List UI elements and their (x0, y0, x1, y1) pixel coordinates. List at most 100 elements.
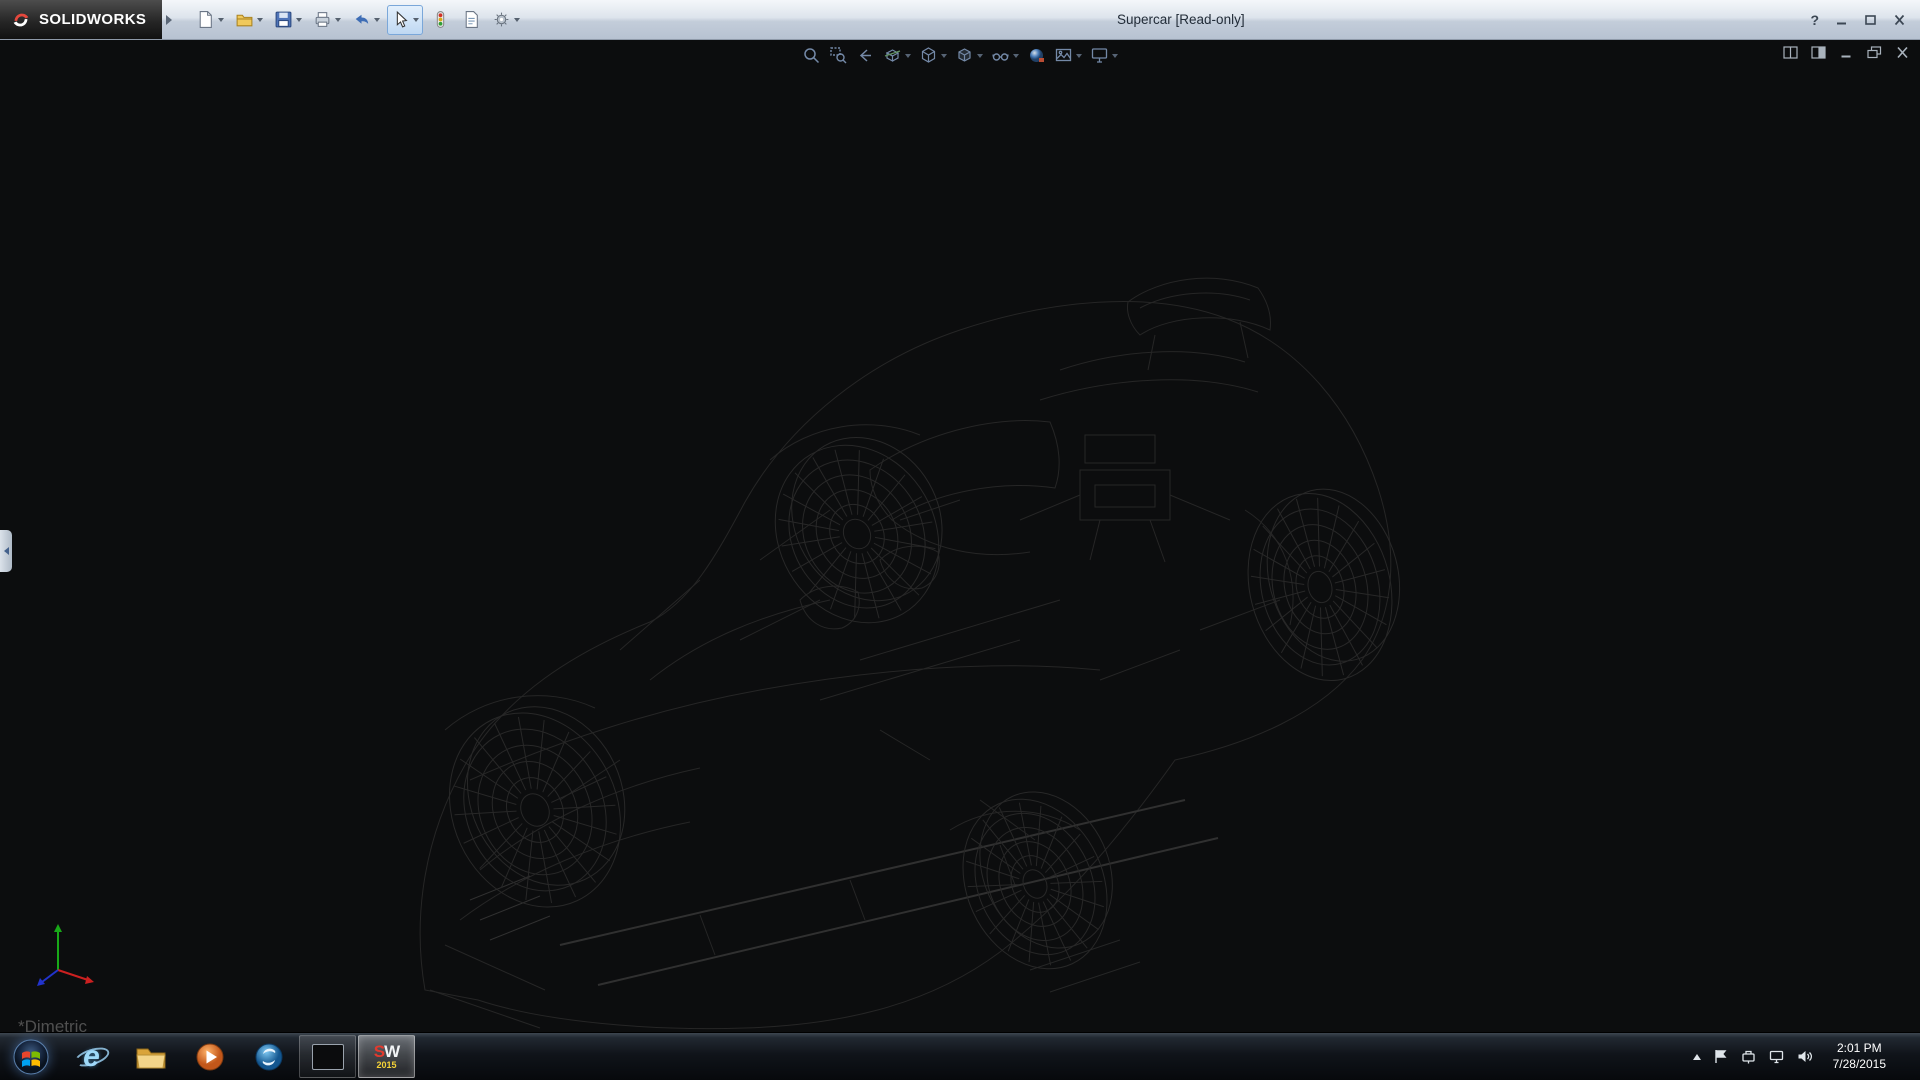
media-player-icon (194, 1041, 226, 1073)
save-button[interactable] (270, 5, 306, 35)
taskbar-item-command-window[interactable] (299, 1035, 356, 1078)
zoom-to-fit-button[interactable] (802, 46, 821, 65)
feature-manager-collapse-handle[interactable] (0, 530, 12, 572)
taskbar-apps: e (62, 1033, 416, 1080)
doc-minimize-button[interactable] (1839, 46, 1854, 64)
dropdown-arrow[interactable] (257, 18, 263, 22)
show-hidden-icons-button[interactable] (1693, 1054, 1701, 1060)
print-icon (313, 10, 332, 29)
dropdown-arrow[interactable] (905, 54, 911, 58)
open-folder-icon (235, 10, 254, 29)
rebuild-button[interactable] (426, 5, 454, 35)
folder-icon (134, 1042, 168, 1072)
undo-button[interactable] (348, 5, 384, 35)
speaker-icon (1796, 1048, 1813, 1065)
section-view-button[interactable] (883, 46, 911, 65)
view-orientation-cube-icon (919, 46, 938, 65)
close-icon (1893, 14, 1906, 26)
dropdown-arrow[interactable] (977, 54, 983, 58)
section-view-icon (883, 46, 902, 65)
dropdown-arrow[interactable] (218, 18, 224, 22)
apply-scene-button[interactable] (1054, 46, 1082, 65)
previous-view-icon (856, 46, 875, 65)
close-button[interactable] (1893, 14, 1906, 26)
maximize-icon (1864, 14, 1877, 26)
select-cursor-icon (391, 10, 410, 29)
main-toolbar (192, 5, 524, 35)
maximize-button[interactable] (1864, 14, 1877, 26)
brand-text: SOLIDWORKS (39, 11, 146, 28)
zoom-to-area-icon (829, 46, 848, 65)
options-button[interactable] (488, 5, 524, 35)
titlebar: SOLIDWORKS (0, 0, 1920, 40)
options-gear-icon (492, 10, 511, 29)
blue-circle-app-icon (253, 1041, 285, 1073)
file-properties-icon (462, 10, 481, 29)
file-properties-button[interactable] (457, 5, 485, 35)
screen: SOLIDWORKS (0, 0, 1920, 1080)
doc-close-icon (1895, 46, 1910, 59)
taskbar-item-blue-app[interactable] (240, 1035, 297, 1078)
previous-view-button[interactable] (856, 46, 875, 65)
zoom-to-area-button[interactable] (829, 46, 848, 65)
document-title: Supercar [Read-only] (1117, 12, 1245, 27)
network-button[interactable] (1768, 1048, 1785, 1065)
clock-time: 2:01 PM (1833, 1041, 1886, 1057)
dropdown-arrow[interactable] (296, 18, 302, 22)
open-button[interactable] (231, 5, 267, 35)
doc-close-button[interactable] (1895, 46, 1910, 64)
dropdown-arrow[interactable] (413, 18, 419, 22)
pane-preview-icon (1811, 46, 1826, 59)
help-button[interactable]: ? (1810, 12, 1819, 28)
dropdown-arrow[interactable] (335, 18, 341, 22)
minimize-button[interactable] (1835, 14, 1848, 26)
start-button[interactable] (0, 1033, 62, 1080)
save-floppy-icon (274, 10, 293, 29)
dropdown-arrow[interactable] (1112, 54, 1118, 58)
taskbar-item-solidworks-2015[interactable]: SW 2015 (358, 1035, 415, 1078)
dropdown-arrow[interactable] (941, 54, 947, 58)
edit-appearance-button[interactable] (1027, 46, 1046, 65)
taskbar-item-media-player[interactable] (181, 1035, 238, 1078)
view-settings-icon (1090, 46, 1109, 65)
new-document-icon (196, 10, 215, 29)
view-orientation-button[interactable] (919, 46, 947, 65)
zoom-to-fit-icon (802, 46, 821, 65)
graphics-viewport[interactable]: *Dimetric (0, 40, 1920, 1032)
network-display-icon (1768, 1048, 1785, 1065)
view-orientation-label: *Dimetric (18, 1017, 87, 1032)
solidworks-logo[interactable]: SOLIDWORKS (0, 0, 162, 39)
command-window-icon (312, 1044, 344, 1070)
menu-flyout-arrow[interactable] (166, 15, 172, 25)
headsup-view-toolbar (802, 46, 1118, 65)
display-style-button[interactable] (955, 46, 983, 65)
pane-preview-button[interactable] (1811, 46, 1826, 64)
split-pane-button[interactable] (1783, 46, 1798, 64)
dropdown-arrow[interactable] (374, 18, 380, 22)
taskbar-item-file-explorer[interactable] (122, 1035, 179, 1078)
up-arrow-icon (1693, 1054, 1701, 1060)
dassault-3ds-icon (10, 9, 32, 31)
new-document-button[interactable] (192, 5, 228, 35)
hide-show-items-button[interactable] (991, 46, 1019, 65)
wireframe-car-model[interactable] (0, 40, 1920, 1032)
select-button[interactable] (387, 5, 423, 35)
view-settings-button[interactable] (1090, 46, 1118, 65)
clock-date: 7/28/2015 (1833, 1057, 1886, 1073)
volume-button[interactable] (1796, 1048, 1813, 1065)
rebuild-traffic-light-icon (431, 10, 450, 29)
action-center-button[interactable] (1712, 1048, 1729, 1065)
doc-restore-button[interactable] (1867, 46, 1882, 64)
dropdown-arrow[interactable] (1013, 54, 1019, 58)
windows-start-orb-icon (12, 1038, 50, 1076)
taskbar-clock[interactable]: 2:01 PM 7/28/2015 (1824, 1041, 1895, 1072)
safely-remove-hardware-button[interactable] (1740, 1048, 1757, 1065)
dropdown-arrow[interactable] (1076, 54, 1082, 58)
minimize-icon (1835, 14, 1848, 26)
dropdown-arrow[interactable] (514, 18, 520, 22)
taskbar-item-internet-explorer[interactable]: e (63, 1035, 120, 1078)
solidworks-2015-icon: SW 2015 (374, 1043, 399, 1070)
print-button[interactable] (309, 5, 345, 35)
split-pane-icon (1783, 46, 1798, 59)
solidworks-version-badge: 2015 (376, 1061, 396, 1070)
